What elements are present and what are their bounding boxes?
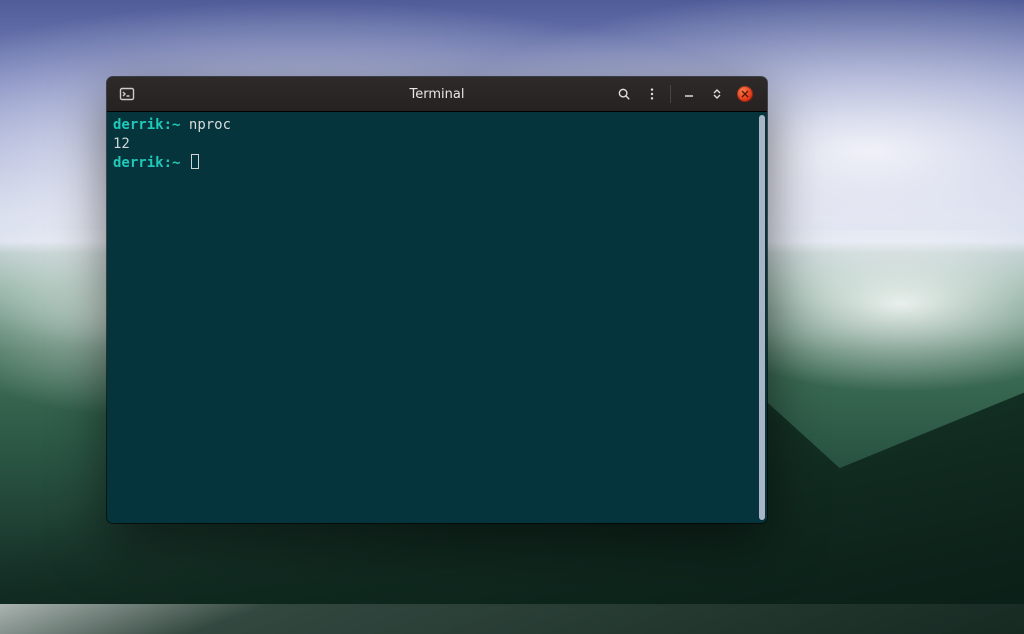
- prompt-user: derrik: [113, 117, 164, 133]
- search-icon: [617, 87, 631, 101]
- terminal-window: Terminal: [107, 77, 767, 523]
- minimize-icon: [683, 88, 695, 100]
- menu-button[interactable]: [638, 77, 666, 111]
- command-text: nproc: [189, 117, 231, 133]
- terminal-body[interactable]: derrik:~ nproc 12 derrik:~: [107, 112, 767, 523]
- minimize-button[interactable]: [675, 77, 703, 111]
- prompt-sep: :: [164, 155, 172, 171]
- terminal-line-output: 12: [113, 135, 761, 154]
- titlebar-controls: [610, 77, 767, 111]
- scrollbar[interactable]: [759, 115, 765, 520]
- titlebar-separator: [670, 85, 671, 103]
- close-icon: [737, 86, 753, 102]
- terminal-app-icon: [117, 84, 137, 104]
- prompt-space: [180, 155, 188, 171]
- search-button[interactable]: [610, 77, 638, 111]
- terminal-line-prompt: derrik:~: [113, 154, 761, 173]
- menu-icon: [645, 87, 659, 101]
- maximize-button[interactable]: [703, 77, 731, 111]
- cursor: [191, 154, 199, 169]
- titlebar[interactable]: Terminal: [107, 77, 767, 112]
- close-button[interactable]: [731, 77, 759, 111]
- maximize-icon: [711, 88, 723, 100]
- prompt-sep: :: [164, 117, 172, 133]
- terminal-line-cmd: derrik:~ nproc: [113, 116, 761, 135]
- prompt-space: [180, 117, 188, 133]
- prompt-user: derrik: [113, 155, 164, 171]
